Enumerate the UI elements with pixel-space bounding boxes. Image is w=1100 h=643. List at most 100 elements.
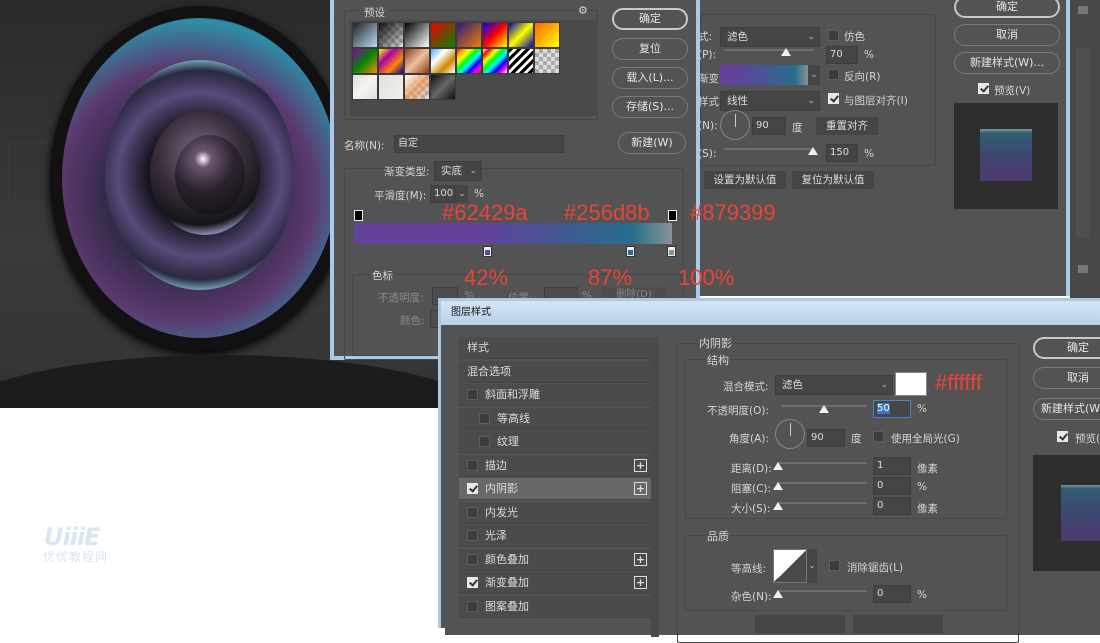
blend-mode-select[interactable]: 滤色 ⌄ (775, 375, 893, 395)
style-item[interactable]: 渐变叠加 + (459, 572, 651, 594)
contour-chevron-down-icon[interactable]: ⌄ (807, 549, 817, 583)
style-item[interactable]: 样式 (459, 337, 651, 359)
ok-button[interactable]: 确定 (612, 8, 688, 30)
opacity-slider[interactable] (724, 49, 814, 51)
noise-slider[interactable] (777, 590, 867, 592)
set-default-button[interactable] (755, 615, 845, 633)
contour-preview[interactable] (773, 549, 807, 583)
new-style-button[interactable]: 新建样式(W)... (1033, 398, 1100, 420)
preset-swatch[interactable] (378, 74, 404, 100)
reset-default-button[interactable]: 复位为默认值 (792, 171, 874, 189)
gradient-preview-bar[interactable] (354, 223, 672, 244)
scale-input[interactable]: 150 (826, 144, 858, 162)
preset-swatch[interactable] (352, 22, 378, 48)
add-effect-plus-icon[interactable]: + (634, 552, 647, 566)
reverse-checkbox[interactable] (828, 69, 839, 80)
shadow-color-swatch[interactable] (895, 372, 927, 396)
preset-swatch[interactable] (404, 48, 430, 74)
style-item[interactable]: 光泽 (459, 525, 651, 547)
color-stop-2[interactable] (625, 246, 635, 257)
preset-swatch[interactable] (430, 48, 456, 74)
ok-button[interactable]: 确定 (954, 0, 1060, 18)
preview-checkbox[interactable] (978, 83, 989, 94)
opacity-slider-thumb[interactable] (819, 405, 829, 413)
scale-slider[interactable] (724, 148, 814, 150)
styles-list-scrollbar[interactable] (651, 337, 659, 637)
choke-slider[interactable] (777, 482, 867, 484)
style-checkbox[interactable] (467, 483, 478, 494)
style-checkbox[interactable] (467, 530, 478, 541)
preset-swatch[interactable] (482, 22, 508, 48)
size-input[interactable]: 0 (873, 497, 911, 515)
distance-slider-thumb[interactable] (773, 462, 783, 470)
align-with-layer-checkbox[interactable] (828, 93, 839, 104)
style-item[interactable]: 等高线 (459, 407, 651, 430)
color-stop-3[interactable] (667, 246, 676, 257)
angle-input[interactable]: 90 (807, 429, 845, 447)
noise-input[interactable]: 0 (873, 585, 911, 603)
style-checkbox[interactable] (467, 389, 478, 400)
name-input[interactable]: 自定 (394, 135, 564, 153)
choke-input[interactable]: 0 (873, 477, 911, 495)
add-effect-plus-icon[interactable]: + (634, 458, 647, 472)
distance-slider[interactable] (777, 462, 867, 464)
new-style-button[interactable]: 新建样式(W)... (954, 52, 1060, 74)
style-item[interactable]: 描边 + (459, 454, 651, 477)
preset-swatch[interactable] (378, 48, 404, 74)
angle-dial[interactable] (720, 110, 750, 140)
preset-swatch[interactable] (482, 48, 508, 74)
set-default-button[interactable]: 设置为默认值 (704, 171, 786, 189)
style-checkbox[interactable] (479, 412, 490, 424)
gradient-type-select[interactable]: 实底 ⌄ (434, 161, 482, 181)
opacity-stop-left[interactable] (354, 210, 363, 221)
style-item[interactable]: 混合选项 (459, 360, 651, 383)
style-item[interactable]: 图案叠加 (459, 595, 651, 618)
load-button[interactable]: 载入(L)... (612, 67, 688, 89)
scroll-up-arrow-icon[interactable] (1078, 6, 1088, 14)
reset-default-button[interactable] (853, 615, 943, 633)
style-item[interactable]: 颜色叠加 + (459, 548, 651, 571)
opacity-slider-thumb[interactable] (781, 48, 791, 56)
choke-slider-thumb[interactable] (773, 482, 783, 490)
size-slider-thumb[interactable] (773, 502, 783, 510)
gradient-style-select[interactable]: 线性 ⌄ (720, 91, 820, 111)
preset-swatch[interactable] (508, 48, 534, 74)
distance-input[interactable]: 1 (873, 457, 911, 475)
preset-swatch[interactable] (430, 22, 456, 48)
gradient-dropdown-chevron-icon[interactable]: ⌄ (808, 65, 820, 85)
style-item[interactable]: 内阴影 + (459, 478, 651, 500)
gear-icon[interactable]: ⚙ (578, 4, 588, 17)
opacity-input[interactable]: 70 (826, 46, 858, 64)
gradient-picker-swatch[interactable] (720, 65, 808, 85)
style-item[interactable]: 纹理 (459, 431, 651, 453)
antialias-checkbox[interactable] (829, 560, 840, 571)
style-checkbox[interactable] (467, 506, 478, 518)
opacity-input[interactable]: 50 (873, 400, 911, 418)
style-checkbox[interactable] (467, 600, 478, 612)
preview-checkbox[interactable] (1057, 431, 1068, 442)
angle-dial[interactable] (775, 419, 805, 449)
noise-slider-thumb[interactable] (773, 590, 783, 598)
cancel-button[interactable]: 取消 (954, 24, 1060, 46)
angle-input[interactable]: 90 (752, 117, 786, 135)
preset-swatch[interactable] (456, 48, 482, 74)
preset-swatch[interactable] (430, 74, 456, 100)
ok-button[interactable]: 确定 (1033, 337, 1100, 359)
scroll-down-arrow-icon[interactable] (1078, 265, 1088, 273)
preset-swatch[interactable] (404, 22, 430, 48)
style-checkbox[interactable] (479, 436, 490, 447)
preset-swatch[interactable] (404, 74, 430, 100)
preset-swatch[interactable] (352, 74, 378, 100)
save-button[interactable]: 存储(S)... (612, 96, 688, 118)
preset-swatch[interactable] (534, 22, 560, 48)
style-item[interactable]: 内发光 (459, 501, 651, 524)
preset-swatch[interactable] (508, 22, 534, 48)
blend-mode-select[interactable]: 滤色 ⌄ (720, 27, 820, 47)
new-button[interactable]: 新建(W) (618, 132, 686, 154)
add-effect-plus-icon[interactable]: + (634, 482, 647, 495)
style-checkbox[interactable] (467, 459, 478, 471)
reset-alignment-button[interactable]: 重置对齐 (816, 117, 878, 135)
reset-button[interactable]: 复位 (612, 38, 688, 60)
add-effect-plus-icon[interactable]: + (634, 576, 647, 589)
cancel-button[interactable]: 取消 (1033, 367, 1100, 389)
